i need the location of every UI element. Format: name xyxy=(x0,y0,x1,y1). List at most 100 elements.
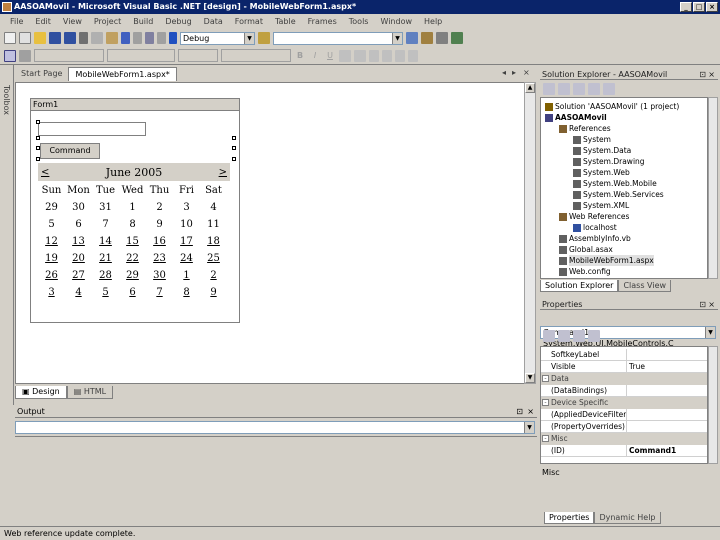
calendar-day[interactable]: 2 xyxy=(146,199,173,216)
textbox-control[interactable] xyxy=(38,122,146,136)
calendar-day[interactable]: 17 xyxy=(173,233,200,250)
calendar-day[interactable]: 7 xyxy=(92,216,119,233)
toolbox-strip[interactable]: Toolbox xyxy=(0,65,14,405)
paste-icon[interactable] xyxy=(106,32,118,44)
calendar-day[interactable]: 6 xyxy=(65,216,92,233)
find-icon[interactable] xyxy=(258,32,270,44)
calendar-day[interactable]: 18 xyxy=(200,233,227,250)
redo-icon[interactable] xyxy=(133,32,142,44)
tree-item[interactable]: Solution 'AASOAMovil' (1 project) xyxy=(545,101,679,112)
align-center-icon[interactable] xyxy=(382,49,392,62)
start-icon[interactable] xyxy=(169,32,177,44)
tab-solution-explorer[interactable]: Solution Explorer xyxy=(540,280,619,292)
tab-design[interactable]: ▣ Design xyxy=(15,386,67,399)
view-designer-icon[interactable] xyxy=(558,83,570,95)
tab-close-icon[interactable]: × xyxy=(523,68,530,77)
tree-item[interactable]: MobileWebForm1.aspx xyxy=(559,255,654,266)
calendar-day[interactable]: 16 xyxy=(146,233,173,250)
calendar-day[interactable]: 11 xyxy=(200,216,227,233)
properties-grid[interactable]: SoftkeyLabel Visible True - Data (DataBinding… xyxy=(540,346,708,464)
menu-item-table[interactable]: Table xyxy=(269,17,302,26)
calendar-day[interactable]: 29 xyxy=(119,267,146,284)
calendar-day[interactable]: 3 xyxy=(173,199,200,216)
menu-item-project[interactable]: Project xyxy=(88,17,127,26)
font-name-dropdown[interactable] xyxy=(107,49,175,62)
menu-item-window[interactable]: Window xyxy=(374,17,418,26)
property-row[interactable]: Visible True xyxy=(541,361,707,373)
selection-handle[interactable] xyxy=(232,136,236,140)
style-dropdown[interactable] xyxy=(221,49,291,62)
calendar-day[interactable]: 23 xyxy=(146,250,173,267)
close-button[interactable]: × xyxy=(706,2,718,12)
layout-icon[interactable] xyxy=(4,49,16,62)
properties-icon[interactable] xyxy=(421,32,433,44)
calendar-day[interactable]: 6 xyxy=(119,284,146,301)
copy-icon[interactable] xyxy=(91,32,103,44)
calendar-day[interactable]: 8 xyxy=(173,284,200,301)
property-value[interactable] xyxy=(627,409,707,420)
calendar-day[interactable]: 4 xyxy=(200,199,227,216)
menu-item-debug[interactable]: Debug xyxy=(159,17,197,26)
properties-icon[interactable] xyxy=(603,83,615,95)
pin-icon[interactable]: ⊡ xyxy=(699,69,706,80)
font-size-dropdown[interactable] xyxy=(178,49,218,62)
view-code-icon[interactable] xyxy=(543,83,555,95)
menu-item-tools[interactable]: Tools xyxy=(343,17,375,26)
pin-icon[interactable]: ⊡ xyxy=(699,299,706,310)
calendar-next-link[interactable]: > xyxy=(219,167,227,178)
tree-item[interactable]: AASOAMovil xyxy=(545,112,607,123)
backcolor-icon[interactable] xyxy=(354,49,366,62)
tree-item[interactable]: System.Web xyxy=(573,167,630,178)
tab-properties[interactable]: Properties xyxy=(544,512,595,524)
show-grid-icon[interactable] xyxy=(19,49,31,62)
selection-handle[interactable] xyxy=(36,120,40,124)
command-button[interactable]: Command xyxy=(40,143,100,159)
solution-tree-scrollbar[interactable] xyxy=(708,97,718,279)
property-value[interactable] xyxy=(627,385,707,396)
calendar-day[interactable]: 1 xyxy=(173,267,200,284)
tree-item[interactable]: Global.asax xyxy=(559,244,613,255)
menu-item-edit[interactable]: Edit xyxy=(29,17,57,26)
categorized-icon[interactable] xyxy=(543,330,555,342)
calendar-day[interactable]: 19 xyxy=(38,250,65,267)
calendar-day[interactable]: 30 xyxy=(146,267,173,284)
calendar-day[interactable]: 30 xyxy=(65,199,92,216)
property-pages-icon[interactable] xyxy=(588,330,600,342)
solution-tree[interactable]: Solution 'AASOAMovil' (1 project) AASOAMo… xyxy=(540,97,708,279)
calendar-day[interactable]: 24 xyxy=(173,250,200,267)
output-source-dropdown[interactable]: ▼ xyxy=(15,421,535,434)
menu-item-view[interactable]: View xyxy=(57,17,88,26)
collapse-icon[interactable]: - xyxy=(542,375,549,382)
justify-icon[interactable] xyxy=(408,49,418,62)
calendar-day[interactable]: 5 xyxy=(38,216,65,233)
solution-explorer-icon[interactable] xyxy=(406,32,418,44)
calendar-day[interactable]: 3 xyxy=(38,284,65,301)
collapse-icon[interactable]: - xyxy=(542,399,549,406)
property-value[interactable] xyxy=(627,349,707,360)
tab-start-page[interactable]: Start Page xyxy=(15,67,68,81)
property-value[interactable]: True xyxy=(627,361,707,372)
tree-item[interactable]: System.Web.Services xyxy=(573,189,664,200)
tree-item[interactable]: System.XML xyxy=(573,200,629,211)
alphabetical-icon[interactable] xyxy=(558,330,570,342)
calendar-day[interactable]: 26 xyxy=(38,267,65,284)
property-row[interactable]: (ID) Command1 xyxy=(541,445,707,457)
save-icon[interactable] xyxy=(49,32,61,44)
calendar-day[interactable]: 20 xyxy=(65,250,92,267)
object-browser-icon[interactable] xyxy=(451,32,463,44)
property-value[interactable] xyxy=(627,421,707,432)
tab-class-view[interactable]: Class View xyxy=(618,280,672,292)
toolbox-icon[interactable] xyxy=(436,32,448,44)
maximize-button[interactable]: □ xyxy=(693,2,705,12)
tab-dynamic-help[interactable]: Dynamic Help xyxy=(594,512,661,524)
menu-item-data[interactable]: Data xyxy=(198,17,229,26)
open-folder-icon[interactable] xyxy=(34,32,46,44)
menu-item-format[interactable]: Format xyxy=(229,17,269,26)
property-category[interactable]: - Device Specific xyxy=(541,397,707,409)
calendar-day[interactable]: 13 xyxy=(65,233,92,250)
tab-html[interactable]: ▤ HTML xyxy=(66,386,114,399)
solution-explorer-close-icon[interactable]: × xyxy=(708,69,715,80)
refresh-icon[interactable] xyxy=(573,83,585,95)
tab-mobilewebform1[interactable]: MobileWebForm1.aspx* xyxy=(68,67,177,81)
property-row[interactable]: SoftkeyLabel xyxy=(541,349,707,361)
